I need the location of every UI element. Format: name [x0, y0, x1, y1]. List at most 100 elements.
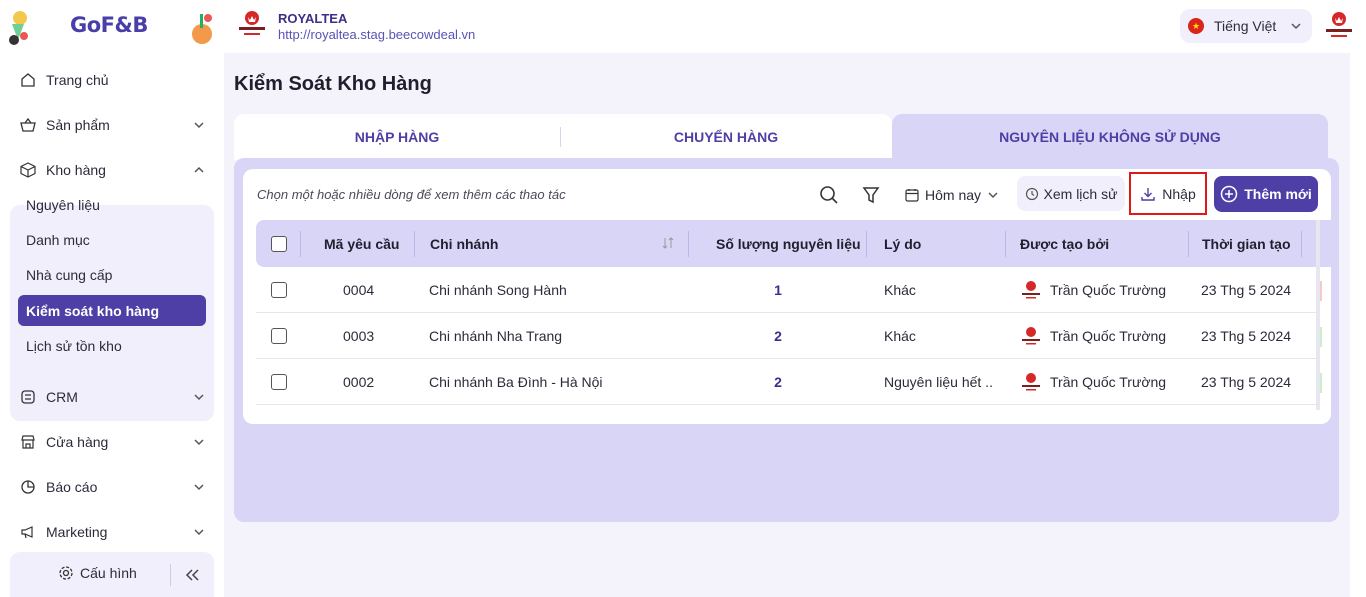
- sidebar-subitem-suppliers[interactable]: Nhà cung cấp: [16, 260, 196, 290]
- brand-logo[interactable]: GoF&B: [0, 0, 220, 53]
- column-divider: [1301, 231, 1302, 257]
- sidebar-footer: Cấu hình: [10, 552, 214, 597]
- sidebar-subitem-ingredients[interactable]: Nguyên liệu: [16, 190, 196, 220]
- download-icon: [1141, 187, 1155, 201]
- divider: [170, 564, 171, 586]
- cell-created-by: Trần Quốc Trường: [1020, 313, 1166, 359]
- settings-button[interactable]: Cấu hình: [58, 565, 137, 581]
- store-icon: [21, 435, 35, 449]
- date-filter-dropdown[interactable]: Hôm nay: [905, 182, 999, 208]
- cell-ingredient-qty: 2: [774, 328, 782, 344]
- column-divider: [688, 231, 689, 257]
- table-header: Mã yêu cầu Chi nhánh Số lượng nguyên liệ…: [256, 220, 1331, 267]
- sidebar-item-products[interactable]: Sản phẩm: [10, 107, 214, 143]
- sidebar-subitem-categories[interactable]: Danh mục: [16, 225, 196, 255]
- import-button[interactable]: Nhập: [1129, 172, 1207, 215]
- row-select-cell: [271, 313, 287, 359]
- calendar-icon: [905, 189, 919, 202]
- table-row[interactable]: 0002 Chi nhánh Ba Đình - Hà Nội 2 Nguyên…: [256, 359, 1322, 405]
- main-content: Kiểm Soát Kho Hàng NHẬP HÀNG CHUYỂN HÀNG…: [224, 53, 1350, 597]
- search-icon: [820, 186, 838, 204]
- store-url[interactable]: http://royaltea.stag.beecowdeal.vn: [278, 27, 475, 42]
- cell-created-time: 23 Thg 5 2024: [1201, 374, 1292, 390]
- user-avatar[interactable]: [1322, 8, 1356, 42]
- header-ingredient-qty[interactable]: Số lượng nguyên liệu: [716, 220, 861, 267]
- view-history-button[interactable]: Xem lịch sử: [1017, 176, 1125, 211]
- creator-avatar: [1022, 327, 1040, 345]
- horizontal-scroll-indicator[interactable]: [1316, 220, 1320, 410]
- row-checkbox[interactable]: [271, 282, 287, 298]
- header-branch[interactable]: Chi nhánh: [430, 220, 498, 267]
- tab-bar: NHẬP HÀNG CHUYỂN HÀNG NGUYÊN LIỆU KHÔNG …: [234, 114, 1339, 160]
- cell-reason: Nguyên liệu hết ...: [884, 374, 994, 390]
- header-created-by[interactable]: Được tạo bởi: [1020, 220, 1109, 267]
- sidebar-item-label: Cửa hàng: [46, 434, 109, 450]
- sidebar-item-home[interactable]: Trang chủ: [10, 62, 214, 98]
- page-title: Kiểm Soát Kho Hàng: [234, 73, 432, 95]
- table-row[interactable]: 0004 Chi nhánh Song Hành 1 Khác Trần Quố…: [256, 267, 1322, 313]
- language-selector[interactable]: ★ Tiếng Việt: [1180, 9, 1312, 43]
- sort-icon[interactable]: [662, 236, 674, 250]
- creator-name: Trần Quốc Trường: [1050, 282, 1167, 298]
- column-divider: [866, 231, 867, 257]
- store-name: ROYALTEA: [278, 11, 348, 26]
- sidebar-item-warehouse[interactable]: Kho hàng: [10, 152, 214, 188]
- cell-reason: Khác: [884, 282, 916, 298]
- sidebar-item-label: Sản phẩm: [46, 117, 110, 133]
- food-illustration-icon: [9, 11, 28, 45]
- filter-icon: [862, 187, 880, 204]
- sidebar-item-label: Kho hàng: [46, 162, 106, 178]
- select-all-checkbox[interactable]: [271, 235, 287, 252]
- column-divider: [300, 231, 301, 257]
- sidebar-subitem-inventory-history[interactable]: Lịch sử tồn kho: [16, 331, 196, 361]
- app-logo-text: GoF&B: [70, 13, 148, 37]
- chevron-down-icon: [194, 529, 204, 536]
- double-chevron-left-icon: [185, 569, 199, 581]
- cell-branch: Chi nhánh Nha Trang: [429, 328, 563, 344]
- search-button[interactable]: [817, 183, 841, 207]
- sidebar-item-reports[interactable]: Báo cáo: [10, 469, 214, 505]
- sidebar: Trang chủ Sản phẩm Kho hàng Nguyên liệu …: [0, 53, 222, 597]
- sidebar-item-stores[interactable]: Cửa hàng: [10, 424, 214, 460]
- cell-created-time: 23 Thg 5 2024: [1201, 282, 1292, 298]
- cell-request-code: 0004: [343, 282, 375, 298]
- sidebar-subitem-inventory-control[interactable]: Kiểm soát kho hàng: [18, 295, 206, 326]
- vietnam-flag-icon: ★: [1188, 18, 1204, 34]
- history-icon: [1025, 187, 1038, 200]
- cell-branch: Chi nhánh Song Hành: [429, 282, 567, 298]
- top-header: GoF&B ROYALTEA http://royaltea.stag.beec…: [0, 0, 1366, 53]
- row-select-cell: [271, 267, 287, 313]
- header-request-code[interactable]: Mã yêu cầu: [324, 220, 399, 267]
- tab-divider: [560, 127, 561, 147]
- chevron-up-icon: [194, 166, 204, 173]
- collapse-sidebar-button[interactable]: [180, 564, 204, 586]
- chevron-down-icon: [988, 192, 998, 199]
- table-card: Chọn một hoặc nhiều dòng để xem thêm các…: [243, 169, 1331, 424]
- column-divider: [1005, 231, 1006, 257]
- cell-ingredient-qty: 2: [774, 374, 782, 390]
- sidebar-item-label: Marketing: [46, 524, 108, 540]
- pie-chart-icon: [21, 480, 35, 494]
- row-select-cell: [271, 359, 287, 405]
- sidebar-item-label: Báo cáo: [46, 479, 98, 495]
- cell-created-by: Trần Quốc Trường: [1020, 267, 1166, 313]
- table-row[interactable]: 0003 Chi nhánh Nha Trang 2 Khác Trần Quố…: [256, 313, 1322, 359]
- chevron-down-icon: [194, 484, 204, 491]
- tab-transfer-goods[interactable]: CHUYỂN HÀNG: [560, 114, 892, 160]
- sidebar-item-crm[interactable]: CRM: [10, 379, 214, 415]
- row-checkbox[interactable]: [271, 328, 287, 344]
- header-created-time[interactable]: Thời gian tạo: [1202, 220, 1291, 267]
- filter-button[interactable]: [859, 183, 883, 207]
- cell-request-code: 0002: [343, 374, 375, 390]
- add-new-button[interactable]: Thêm mới: [1214, 176, 1318, 212]
- selection-hint: Chọn một hoặc nhiều dòng để xem thêm các…: [257, 187, 566, 202]
- sidebar-item-label: CRM: [46, 389, 78, 405]
- row-checkbox[interactable]: [271, 374, 287, 390]
- tab-import-goods[interactable]: NHẬP HÀNG: [234, 114, 560, 160]
- sidebar-item-marketing[interactable]: Marketing: [10, 514, 214, 550]
- header-reason[interactable]: Lý do: [884, 220, 921, 267]
- import-label: Nhập: [1162, 185, 1196, 202]
- view-history-label: Xem lịch sử: [1043, 185, 1118, 202]
- tab-unused-ingredients[interactable]: NGUYÊN LIỆU KHÔNG SỬ DỤNG: [892, 114, 1328, 160]
- creator-name: Trần Quốc Trường: [1050, 328, 1167, 344]
